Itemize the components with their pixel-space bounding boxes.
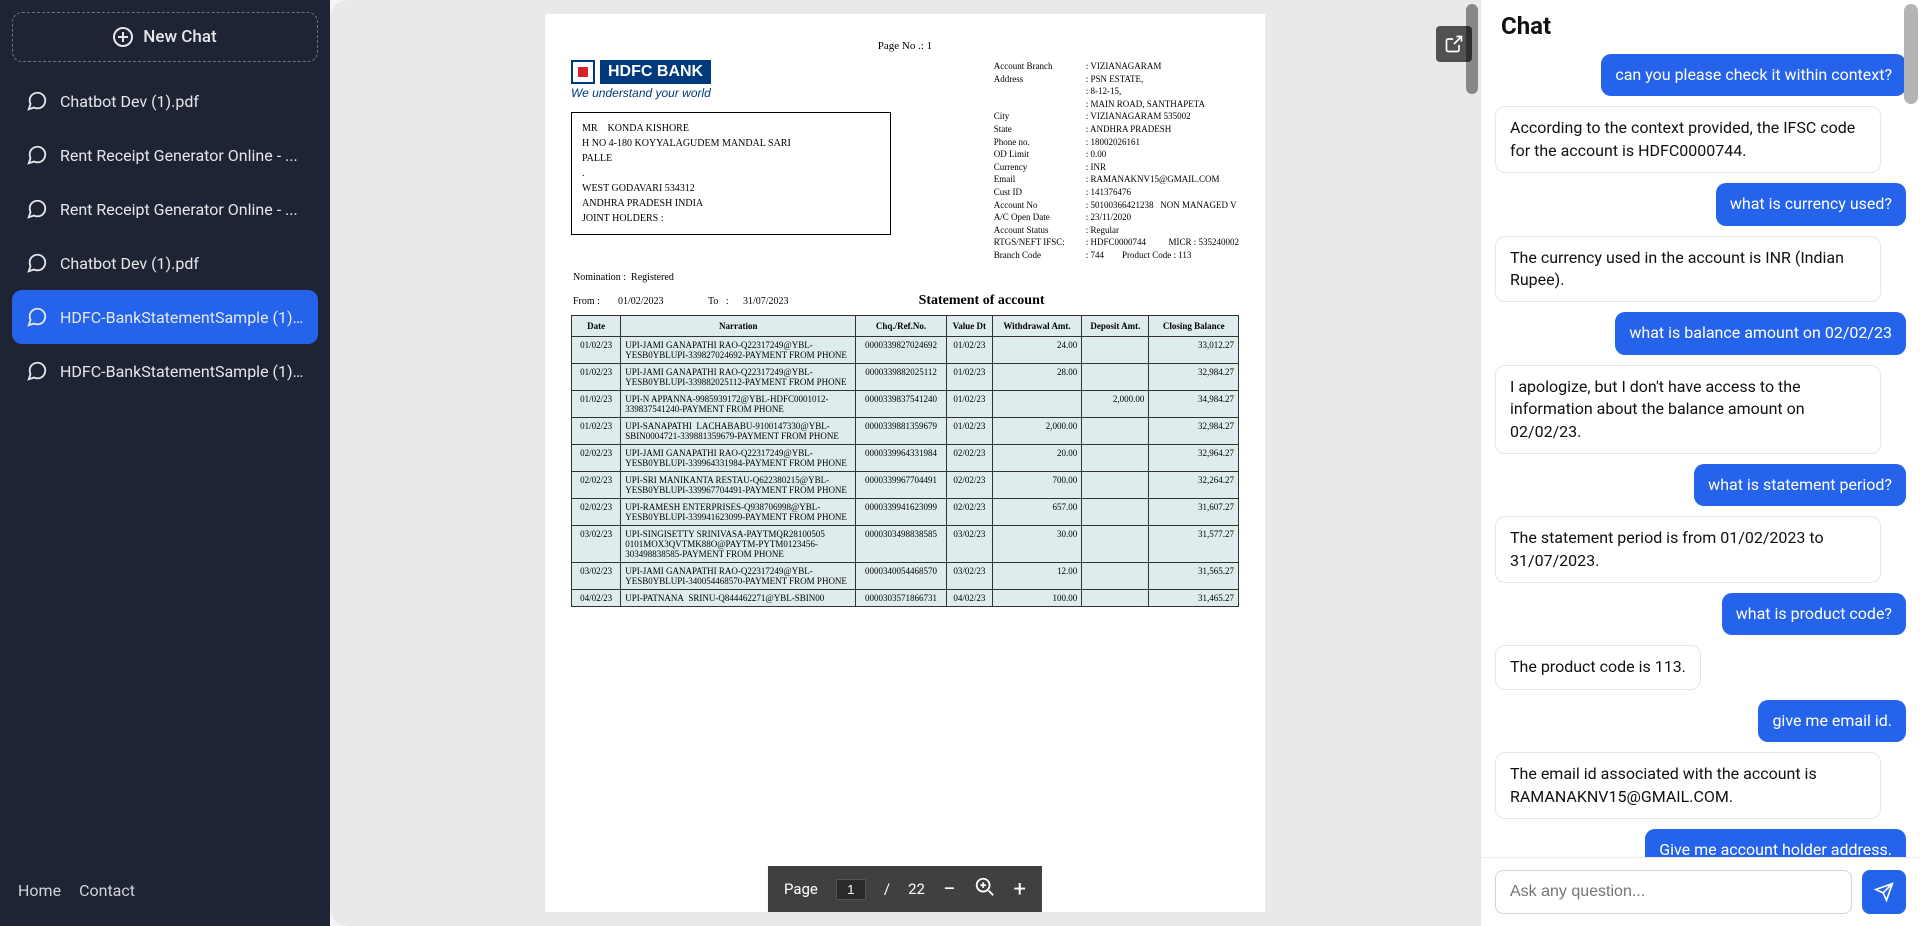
- sidebar-item-label: HDFC-BankStatementSample (1)....: [60, 308, 304, 327]
- page-input[interactable]: [836, 879, 866, 900]
- bank-name: HDFC BANK: [600, 60, 711, 84]
- chat-bubble-icon: [26, 144, 48, 166]
- statement-table: DateNarrationChq./Ref.No.Value DtWithdra…: [571, 315, 1239, 607]
- sidebar-item[interactable]: Rent Receipt Generator Online - ...: [12, 128, 318, 182]
- sidebar-item[interactable]: HDFC-BankStatementSample (1)....: [12, 344, 318, 398]
- contact-link[interactable]: Contact: [79, 881, 135, 900]
- outer-scrollbar[interactable]: [1904, 4, 1918, 104]
- zoom-in-button[interactable]: +: [1014, 877, 1026, 902]
- user-message: Give me account holder address.: [1645, 829, 1906, 857]
- chat-bubble-icon: [26, 252, 48, 274]
- table-row: 02/02/23 UPI-SRI MANIKANTA RESTAU-Q62238…: [572, 471, 1239, 498]
- chat-messages[interactable]: can you please check it within context? A…: [1481, 48, 1920, 857]
- table-row: 02/02/23 UPI-RAMESH ENTERPRISES-Q9387069…: [572, 498, 1239, 525]
- sidebar-item[interactable]: Chatbot Dev (1).pdf: [12, 74, 318, 128]
- bank-tagline: We understand your world: [571, 86, 771, 100]
- bot-message: The product code is 113.: [1495, 645, 1701, 689]
- sidebar-footer: Home Contact: [12, 867, 318, 914]
- sidebar-item-label: Chatbot Dev (1).pdf: [60, 92, 199, 111]
- sidebar-item[interactable]: HDFC-BankStatementSample (1)....: [12, 290, 318, 344]
- user-message: give me email id.: [1758, 700, 1906, 742]
- hdfc-logo-icon: [571, 60, 595, 84]
- sidebar-item-label: HDFC-BankStatementSample (1)....: [60, 362, 304, 381]
- chat-bubble-icon: [26, 360, 48, 382]
- sidebar-item-label: Chatbot Dev (1).pdf: [60, 254, 199, 273]
- bot-message: According to the context provided, the I…: [1495, 106, 1881, 173]
- nomination-text: Nomination : Registered: [573, 272, 1237, 283]
- chat-bubble-icon: [26, 306, 48, 328]
- sidebar-item-label: Rent Receipt Generator Online - ...: [60, 200, 298, 219]
- user-message: what is currency used?: [1716, 183, 1906, 225]
- chat-list: Chatbot Dev (1).pdf Rent Receipt Generat…: [12, 74, 318, 398]
- bot-message: The email id associated with the account…: [1495, 752, 1881, 819]
- table-row: 01/02/23 UPI-JAMI GANAPATHI RAO-Q2231724…: [572, 336, 1239, 363]
- pdf-viewer[interactable]: Page No .: 1 HDFC BANK We understand you…: [330, 0, 1480, 926]
- bot-message: I apologize, but I don't have access to …: [1495, 365, 1881, 454]
- bot-message: The statement period is from 01/02/2023 …: [1495, 516, 1881, 583]
- pdf-toolbar: Page / 22 − +: [768, 866, 1042, 912]
- sidebar-item[interactable]: Rent Receipt Generator Online - ...: [12, 182, 318, 236]
- table-row: 04/02/23 UPI-PATNANA SRINU-Q844462271@YB…: [572, 589, 1239, 606]
- chat-input[interactable]: [1495, 870, 1852, 914]
- user-message: what is statement period?: [1694, 464, 1906, 506]
- table-row: 03/02/23 UPI-SINGISETTY SRINIVASA-PAYTMQ…: [572, 525, 1239, 562]
- table-row: 01/02/23 UPI-JAMI GANAPATHI RAO-Q2231724…: [572, 363, 1239, 390]
- sidebar-item[interactable]: Chatbot Dev (1).pdf: [12, 236, 318, 290]
- pdf-page: Page No .: 1 HDFC BANK We understand you…: [545, 14, 1265, 912]
- page-number-label: Page No .: 1: [571, 40, 1239, 52]
- new-chat-label: New Chat: [143, 27, 216, 47]
- open-external-icon[interactable]: [1436, 26, 1472, 62]
- statement-title: Statement of account: [919, 293, 1045, 309]
- user-message: what is balance amount on 02/02/23: [1615, 312, 1906, 354]
- user-message: can you please check it within context?: [1601, 54, 1906, 96]
- sidebar-item-label: Rent Receipt Generator Online - ...: [60, 146, 298, 165]
- bank-logo-block: HDFC BANK We understand your world MR KO…: [571, 60, 771, 235]
- table-row: 02/02/23 UPI-JAMI GANAPATHI RAO-Q2231724…: [572, 444, 1239, 471]
- chat-input-row: [1481, 857, 1920, 926]
- send-icon: [1874, 882, 1894, 902]
- bot-message: The currency used in the account is INR …: [1495, 236, 1881, 303]
- chat-bubble-icon: [26, 90, 48, 112]
- main-content: Page No .: 1 HDFC BANK We understand you…: [330, 0, 1920, 926]
- chat-title: Chat: [1481, 0, 1920, 48]
- plus-icon: [113, 27, 133, 47]
- table-row: 01/02/23 UPI-SANAPATHI LACHABABU-9100147…: [572, 417, 1239, 444]
- statement-period-row: From : 01/02/2023 To : 31/07/2023 Statem…: [573, 293, 1237, 309]
- chat-bubble-icon: [26, 198, 48, 220]
- zoom-reset-icon[interactable]: [974, 876, 996, 902]
- user-message: what is product code?: [1722, 593, 1906, 635]
- account-info: Account Branch: VIZIANAGARAMAddress: PSN…: [994, 60, 1239, 262]
- zoom-out-button[interactable]: −: [943, 877, 956, 902]
- home-link[interactable]: Home: [18, 881, 61, 900]
- pdf-header: HDFC BANK We understand your world MR KO…: [571, 60, 1239, 262]
- table-row: 01/02/23 UPI-N APPANNA-9985939172@YBL-HD…: [572, 390, 1239, 417]
- sidebar: New Chat Chatbot Dev (1).pdf Rent Receip…: [0, 0, 330, 926]
- chat-panel: Chat can you please check it within cont…: [1480, 0, 1920, 926]
- account-holder-box: MR KONDA KISHORE H NO 4-180 KOYYALAGUDEM…: [571, 112, 891, 235]
- send-button[interactable]: [1862, 870, 1906, 914]
- new-chat-button[interactable]: New Chat: [12, 12, 318, 62]
- table-row: 03/02/23 UPI-JAMI GANAPATHI RAO-Q2231724…: [572, 562, 1239, 589]
